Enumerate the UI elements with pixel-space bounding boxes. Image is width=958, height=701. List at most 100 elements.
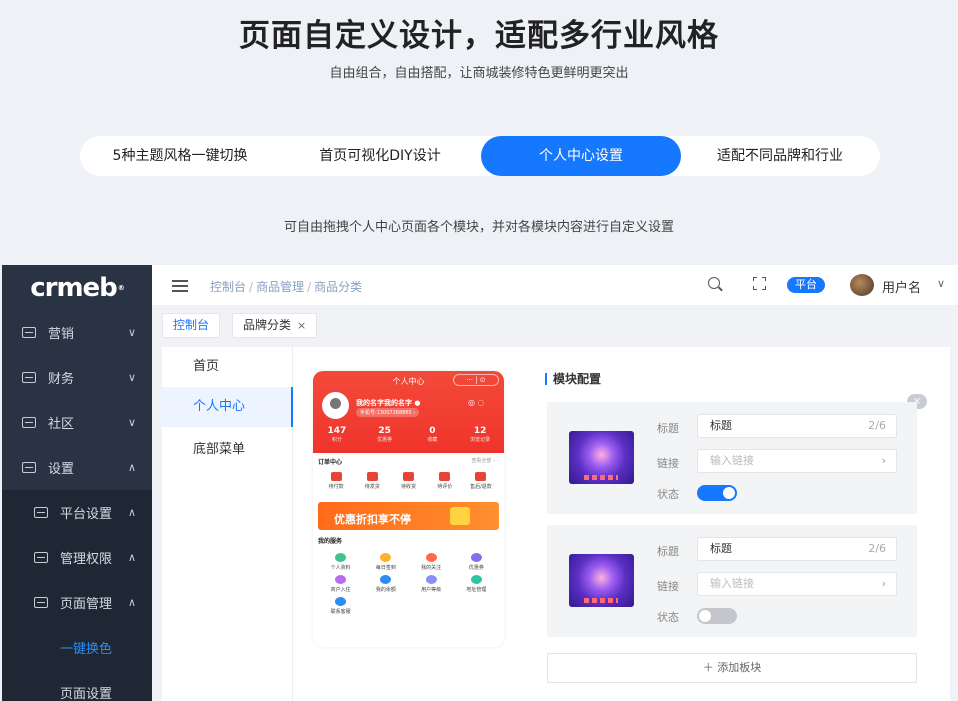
chevron-down-icon[interactable]: ∨ xyxy=(937,277,945,290)
tab-theme-switch[interactable]: 5种主题风格一键切换 xyxy=(80,136,280,176)
service-item: 优惠券 xyxy=(454,553,499,575)
tag-dashboard[interactable]: 控制台 xyxy=(162,313,221,338)
char-count: 2/6 xyxy=(868,542,886,555)
order-status-item: 待评价 xyxy=(427,472,463,490)
sidebar-item-permissions[interactable]: 管理权限 ∧ xyxy=(2,535,152,580)
order-status-item: 待收货 xyxy=(390,472,426,490)
link-input[interactable]: 输入链接 › xyxy=(697,449,897,473)
sidebar-item-platform-settings[interactable]: 平台设置 ∧ xyxy=(2,490,152,535)
module-card: 标题 标题 2/6 链接 输入链接 › 状态 xyxy=(547,402,917,514)
order-status-row: 待付款 待发货 待收货 待评价 售后/退款 xyxy=(318,472,499,490)
status-label: 状态 xyxy=(657,488,679,501)
box-icon xyxy=(403,472,414,481)
logo-registered-mark: ® xyxy=(117,283,125,292)
platform-badge[interactable]: 平台 xyxy=(787,277,825,293)
chevron-up-icon: ∧ xyxy=(127,596,136,609)
service-icon xyxy=(335,553,347,562)
submenu-item-home[interactable]: 首页 xyxy=(162,347,293,387)
breadcrumb-item[interactable]: 商品管理 xyxy=(256,280,304,294)
service-label: 用户等级 xyxy=(421,587,442,593)
tab-personal-center[interactable]: 个人中心设置 xyxy=(481,136,681,176)
service-icon xyxy=(470,575,482,584)
logo[interactable]: crmeb ® xyxy=(2,265,152,310)
sidebar-item-label: 管理权限 xyxy=(60,552,113,567)
sidebar-item-color-theme[interactable]: 一键换色 xyxy=(2,625,152,670)
hero-title: 页面自定义设计，适配多行业风格 xyxy=(239,18,719,54)
phone-stat: 0 收藏 xyxy=(409,426,457,443)
status-label: 状态 xyxy=(657,611,679,624)
monitor-icon xyxy=(22,462,36,473)
link-input-placeholder: 输入链接 xyxy=(710,454,754,467)
menu-toggle-icon[interactable] xyxy=(172,280,188,292)
order-status-label: 待发货 xyxy=(364,484,380,490)
stat-value: 147 xyxy=(327,426,347,436)
stat-label: 收藏 xyxy=(427,437,438,443)
sidebar-item-page-settings[interactable]: 页面设置 xyxy=(2,670,152,701)
sidebar-item-marketing[interactable]: 营销 ∨ xyxy=(2,310,152,355)
service-item: 我的余额 xyxy=(363,575,408,597)
sidebar-item-label: 平台设置 xyxy=(60,507,113,522)
add-block-button[interactable]: ＋ 添加板块 xyxy=(547,653,917,683)
stat-label: 积分 xyxy=(331,437,342,443)
module-thumbnail[interactable] xyxy=(569,431,634,484)
status-toggle[interactable] xyxy=(697,485,737,501)
chevron-right-icon: › xyxy=(881,577,886,590)
service-item: 每日签到 xyxy=(363,553,408,575)
phone-avatar xyxy=(322,392,349,419)
submenu-item-bottom-menu[interactable]: 底部菜单 xyxy=(162,430,293,470)
breadcrumb-item[interactable]: 控制台 xyxy=(210,280,246,294)
service-item: 用户等级 xyxy=(409,575,454,597)
toggle-knob xyxy=(723,487,735,499)
chevron-up-icon: ∧ xyxy=(127,461,136,474)
sidebar-item-label: 一键换色 xyxy=(60,642,113,657)
avatar[interactable] xyxy=(850,274,874,296)
hero-subtitle: 自由组合，自由搭配，让商城装修特色更鲜明更突出 xyxy=(329,66,629,81)
link-input-placeholder: 输入链接 xyxy=(710,577,754,590)
title-input[interactable]: 标题 2/6 xyxy=(697,537,897,561)
module-thumbnail[interactable] xyxy=(569,554,634,607)
service-item: 我的关注 xyxy=(409,553,454,575)
service-icon xyxy=(470,553,482,562)
sidebar-item-label: 设置 xyxy=(48,462,75,477)
chevron-up-icon: ∧ xyxy=(127,506,136,519)
char-count: 2/6 xyxy=(868,419,886,432)
order-status-label: 待付款 xyxy=(328,484,344,490)
link-input[interactable]: 输入链接 › xyxy=(697,572,897,596)
close-icon[interactable]: × xyxy=(297,319,306,332)
tab-homepage-diy[interactable]: 首页可视化DIY设计 xyxy=(280,136,480,176)
status-toggle[interactable] xyxy=(697,608,737,624)
search-icon[interactable] xyxy=(708,277,720,289)
breadcrumb-separator: / xyxy=(249,280,254,294)
sidebar-item-page-management[interactable]: 页面管理 ∧ xyxy=(2,580,152,625)
phone-order-center: 订单中心 查看全部 › 待付款 待发货 待收货 待评价 售后/退款 xyxy=(318,457,499,497)
sidebar-item-label: 页面管理 xyxy=(60,597,113,612)
sidebar-item-finance[interactable]: 财务 ∨ xyxy=(2,355,152,400)
service-icon xyxy=(425,575,437,584)
chevron-up-icon: ∧ xyxy=(127,551,136,564)
fullscreen-icon[interactable] xyxy=(753,277,766,290)
sidebar-item-community[interactable]: 社区 ∨ xyxy=(2,400,152,445)
title-input[interactable]: 标题 2/6 xyxy=(697,414,897,438)
top-bar: 控制台 / 商品管理 / 商品分类 平台 用户名 ∨ xyxy=(152,265,958,305)
service-label: 我的关注 xyxy=(421,565,442,571)
service-label: 我的余额 xyxy=(375,587,396,593)
tag-label: 品牌分类 xyxy=(243,318,292,332)
gift-icon xyxy=(450,507,470,525)
title-label: 标题 xyxy=(657,422,679,435)
wallet-icon xyxy=(330,472,342,481)
submenu-item-personal-center[interactable]: 个人中心 xyxy=(162,387,293,427)
service-label: 每日签到 xyxy=(375,565,396,571)
username[interactable]: 用户名 xyxy=(882,277,921,296)
sidebar-item-settings[interactable]: 设置 ∧ xyxy=(2,445,152,490)
truck-icon xyxy=(366,472,378,481)
tag-brand-category[interactable]: 品牌分类 × xyxy=(232,313,318,338)
breadcrumb-item: 商品分类 xyxy=(314,280,363,294)
tag-bar: 控制台 品牌分类 × xyxy=(152,305,958,347)
order-status-label: 待收货 xyxy=(401,484,417,490)
services-title: 我的服务 xyxy=(318,538,343,545)
phone-stat: 12 浏览记录 xyxy=(456,426,504,443)
chevron-down-icon: ∨ xyxy=(127,416,136,429)
tab-brand-industry[interactable]: 适配不同品牌和行业 xyxy=(680,136,880,176)
service-label: 地址管理 xyxy=(466,587,487,593)
service-label: 联系客服 xyxy=(330,609,351,615)
